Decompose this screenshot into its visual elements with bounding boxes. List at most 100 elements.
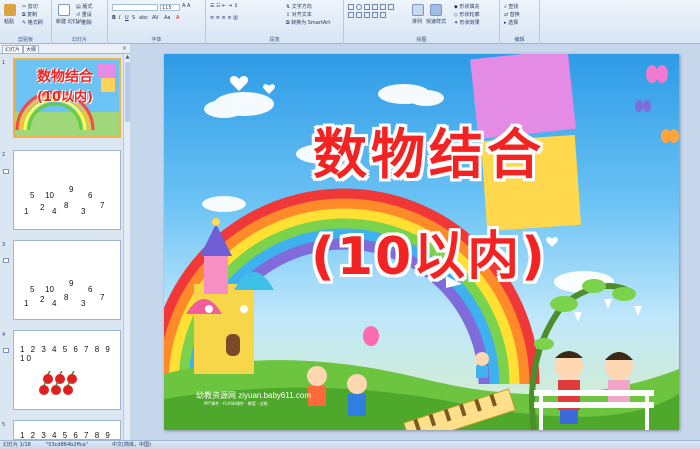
font-grow-icon[interactable]: A A bbox=[182, 3, 190, 9]
shape-curve-icon[interactable] bbox=[388, 4, 394, 10]
shape-line-icon[interactable] bbox=[364, 4, 370, 10]
animation-icon bbox=[3, 169, 9, 174]
shape-more-icon[interactable] bbox=[380, 12, 386, 18]
thumbs-scrollbar[interactable]: ▲ bbox=[123, 54, 130, 440]
underline-button[interactable]: U bbox=[125, 15, 129, 21]
align-buttons[interactable]: ≡ ≡ ≡ ≡ ▥ bbox=[210, 15, 238, 21]
slides-group: 新建 幻灯片 ▤ 版式 ↺ 重设 ✕ 删除 幻灯片 bbox=[52, 0, 108, 44]
number-label: 5 bbox=[30, 191, 35, 200]
slide-number: 2 bbox=[2, 152, 6, 158]
slide-thumb-2[interactable]: 5 10 9 6 2 8 7 1 4 3 bbox=[13, 150, 121, 230]
slide-thumb-3[interactable]: 5 10 9 6 2 8 7 1 4 3 bbox=[13, 240, 121, 320]
number-label: 4 bbox=[52, 207, 57, 216]
layout-button[interactable]: ▤ 版式 bbox=[76, 3, 92, 10]
strike-button[interactable]: abc bbox=[139, 15, 148, 21]
paste-button[interactable]: 粘贴 bbox=[4, 18, 14, 25]
font-size-combo[interactable]: 115 bbox=[160, 4, 180, 11]
slide-subtitle[interactable]: (10以内) bbox=[274, 214, 584, 289]
select-button[interactable]: ▸ 选择 bbox=[504, 19, 518, 26]
shape-outline-button[interactable]: ◇ 形状轮廓 bbox=[454, 11, 479, 18]
smartart-button[interactable]: ⧉ 转换为 SmartArt bbox=[286, 19, 330, 26]
font-label: 字体 bbox=[151, 37, 162, 43]
number-label: 10 bbox=[45, 285, 54, 294]
paragraph-group: ☰ ☷ ⇤ ⇥ ↕ ≡ ≡ ≡ ≡ ▥ ⇅ 文字方向 ⇳ 对齐文本 ⧉ 转换为 … bbox=[206, 0, 344, 44]
clipboard-group: 粘贴 ✂ 剪切 ⧉ 复制 ✎ 格式刷 剪贴板 bbox=[0, 0, 52, 44]
slide-number: 4 bbox=[2, 332, 6, 338]
slide-thumb-5[interactable]: 1 2 3 4 5 6 7 8 9 10 bbox=[13, 420, 121, 440]
slide-number: 1 bbox=[2, 60, 6, 66]
number-sequence: 1 2 3 4 5 6 7 8 9 10 bbox=[20, 345, 112, 363]
watermark-text: 幼教资源网 ziyuan.baby611.com bbox=[196, 391, 312, 400]
number-label: 1 bbox=[24, 207, 29, 216]
number-label: 9 bbox=[69, 185, 74, 194]
number-label: 3 bbox=[81, 299, 86, 308]
shape-effects-button[interactable]: ✦ 形状效果 bbox=[454, 19, 480, 26]
italic-button[interactable]: I bbox=[119, 15, 120, 21]
bullets-button[interactable]: ☰ ☷ ⇤ ⇥ ↕ bbox=[210, 3, 238, 9]
language-indicator[interactable]: 中文(简体，中国) bbox=[112, 441, 151, 449]
drawing-group: 排列 快速样式 ◆ 形状填充 ◇ 形状轮廓 ✦ 形状效果 绘图 bbox=[344, 0, 500, 44]
status-bar: 幻灯片 1/18 "53cd864b2ffca" 中文(简体，中国) bbox=[0, 440, 700, 449]
drawing-label: 绘图 bbox=[416, 37, 427, 43]
text-direction-button[interactable]: ⇅ 文字方向 bbox=[286, 3, 312, 10]
number-label: 6 bbox=[88, 191, 93, 200]
shape-brace-icon[interactable] bbox=[364, 12, 370, 18]
quick-styles-icon[interactable] bbox=[430, 4, 442, 16]
replace-button[interactable]: ⇄ 替换 bbox=[504, 11, 520, 18]
arrange-icon[interactable] bbox=[412, 4, 424, 16]
shadow-button[interactable]: S bbox=[132, 15, 135, 21]
close-icon[interactable]: × bbox=[122, 45, 127, 52]
current-slide[interactable]: 数物结合 (10以内) 幼教资源网 ziyuan.baby611.com PPT… bbox=[164, 54, 679, 430]
case-button[interactable]: Aa bbox=[164, 15, 170, 21]
number-label: 9 bbox=[69, 279, 74, 288]
ribbon: 粘贴 ✂ 剪切 ⧉ 复制 ✎ 格式刷 剪贴板 新建 幻灯片 ▤ 版式 ↺ 重设 … bbox=[0, 0, 700, 44]
bold-button[interactable]: B bbox=[112, 15, 116, 21]
watermark-subtext: PPT课件 · FLASH课件 · 教案 · 试卷 bbox=[204, 401, 268, 406]
number-label: 3 bbox=[81, 207, 86, 216]
shape-rect-icon[interactable] bbox=[348, 4, 354, 10]
copy-button[interactable]: ⧉ 复制 bbox=[22, 11, 37, 18]
shape-callout-icon[interactable] bbox=[356, 12, 362, 18]
reset-button[interactable]: ↺ 重设 bbox=[76, 11, 92, 18]
scroll-up-icon[interactable]: ▲ bbox=[124, 54, 131, 60]
font-color-button[interactable]: A bbox=[176, 15, 179, 21]
slides-label: 幻灯片 bbox=[71, 37, 87, 43]
theme-name: "53cd864b2ffca" bbox=[46, 442, 89, 448]
font-name-combo[interactable] bbox=[112, 4, 158, 11]
slide-thumb-1[interactable]: 数物结合 (10以内) bbox=[13, 58, 121, 138]
arrange-button[interactable]: 排列 bbox=[412, 18, 422, 25]
format-painter-button[interactable]: ✎ 格式刷 bbox=[22, 19, 43, 26]
cut-button[interactable]: ✂ 剪切 bbox=[22, 3, 38, 10]
number-label: 7 bbox=[100, 201, 105, 210]
number-label: 2 bbox=[40, 295, 45, 304]
spacing-button[interactable]: AV bbox=[152, 15, 159, 21]
delete-button[interactable]: ✕ 删除 bbox=[76, 19, 92, 26]
tab-slides[interactable]: 幻灯片 bbox=[2, 45, 24, 53]
slides-pane: 幻灯片 大纲 × 1 数物结合 (10以内) 2 5 10 9 6 2 8 7 … bbox=[0, 44, 130, 440]
scrollbar-thumb[interactable] bbox=[125, 62, 130, 122]
shape-bracket-icon[interactable] bbox=[372, 12, 378, 18]
number-label: 7 bbox=[100, 293, 105, 302]
paragraph-label: 段落 bbox=[269, 37, 280, 43]
shape-triangle-icon[interactable] bbox=[380, 4, 386, 10]
find-button[interactable]: ⌕ 查找 bbox=[504, 3, 518, 10]
tab-outline[interactable]: 大纲 bbox=[23, 45, 40, 53]
quick-styles-button[interactable]: 快速样式 bbox=[426, 18, 446, 25]
number-label: 5 bbox=[30, 285, 35, 294]
slide-editor: 数物结合 (10以内) 幼教资源网 ziyuan.baby611.com PPT… bbox=[131, 44, 700, 440]
shape-fill-button[interactable]: ◆ 形状填充 bbox=[454, 3, 479, 10]
shape-star-icon[interactable] bbox=[348, 12, 354, 18]
animation-icon bbox=[3, 348, 9, 353]
number-label: 10 bbox=[45, 191, 54, 200]
shape-oval-icon[interactable] bbox=[356, 4, 362, 10]
slide-counter: 幻灯片 1/18 bbox=[3, 442, 31, 448]
slide-title[interactable]: 数物结合 bbox=[264, 110, 594, 189]
thumb-1-title: 数物结合 bbox=[37, 69, 93, 85]
apples-image bbox=[39, 371, 77, 395]
slide-thumb-4[interactable]: 1 2 3 4 5 6 7 8 9 10 bbox=[13, 330, 121, 410]
paste-icon[interactable] bbox=[4, 4, 16, 16]
font-group: 115 A A B I U S abc AV Aa A 字体 bbox=[108, 0, 206, 44]
shape-arrow-icon[interactable] bbox=[372, 4, 378, 10]
align-text-button[interactable]: ⇳ 对齐文本 bbox=[286, 11, 312, 18]
new-slide-icon[interactable] bbox=[58, 4, 70, 16]
